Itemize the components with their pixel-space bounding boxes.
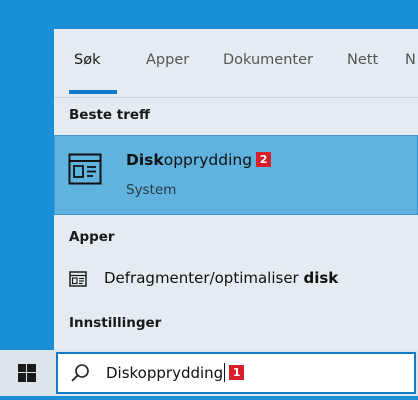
- tab-more[interactable]: N: [405, 52, 416, 68]
- defragment-icon: [69, 271, 87, 287]
- section-header-settings: Innstillinger: [69, 315, 162, 331]
- annotation-badge-1: 1: [229, 365, 245, 380]
- search-icon: [71, 364, 89, 382]
- tabs-divider: [54, 97, 418, 98]
- section-header-apps: Apper: [69, 229, 115, 245]
- tab-dokumenter[interactable]: Dokumenter: [223, 52, 313, 68]
- best-match-title: Diskopprydding 2: [126, 151, 272, 169]
- start-button[interactable]: [0, 350, 54, 396]
- windows-logo-icon: [18, 364, 36, 382]
- annotation-badge-2: 2: [256, 152, 272, 167]
- section-header-best-match: Beste treff: [69, 107, 150, 123]
- tab-sok[interactable]: Søk: [74, 52, 100, 68]
- active-tab-indicator: [69, 90, 117, 94]
- search-results-panel: Søk Apper Dokumenter Nett N Beste treff …: [54, 29, 418, 350]
- disk-cleanup-icon: [68, 153, 102, 185]
- tab-nett[interactable]: Nett: [347, 52, 378, 68]
- best-match-result[interactable]: Diskopprydding 2 System: [54, 135, 418, 215]
- search-input[interactable]: Diskopprydding 1: [106, 363, 245, 382]
- taskbar: Diskopprydding 1: [0, 350, 418, 396]
- best-match-subtitle: System: [126, 182, 177, 198]
- app-result-label: Defragmenter/optimaliser disk: [104, 269, 339, 287]
- taskbar-search-box[interactable]: Diskopprydding 1: [56, 352, 416, 394]
- text-caret: [224, 363, 226, 382]
- tab-apper[interactable]: Apper: [146, 52, 189, 68]
- search-tabs: Søk Apper Dokumenter Nett N: [54, 29, 418, 97]
- app-result-defragment[interactable]: Defragmenter/optimaliser disk: [54, 263, 418, 297]
